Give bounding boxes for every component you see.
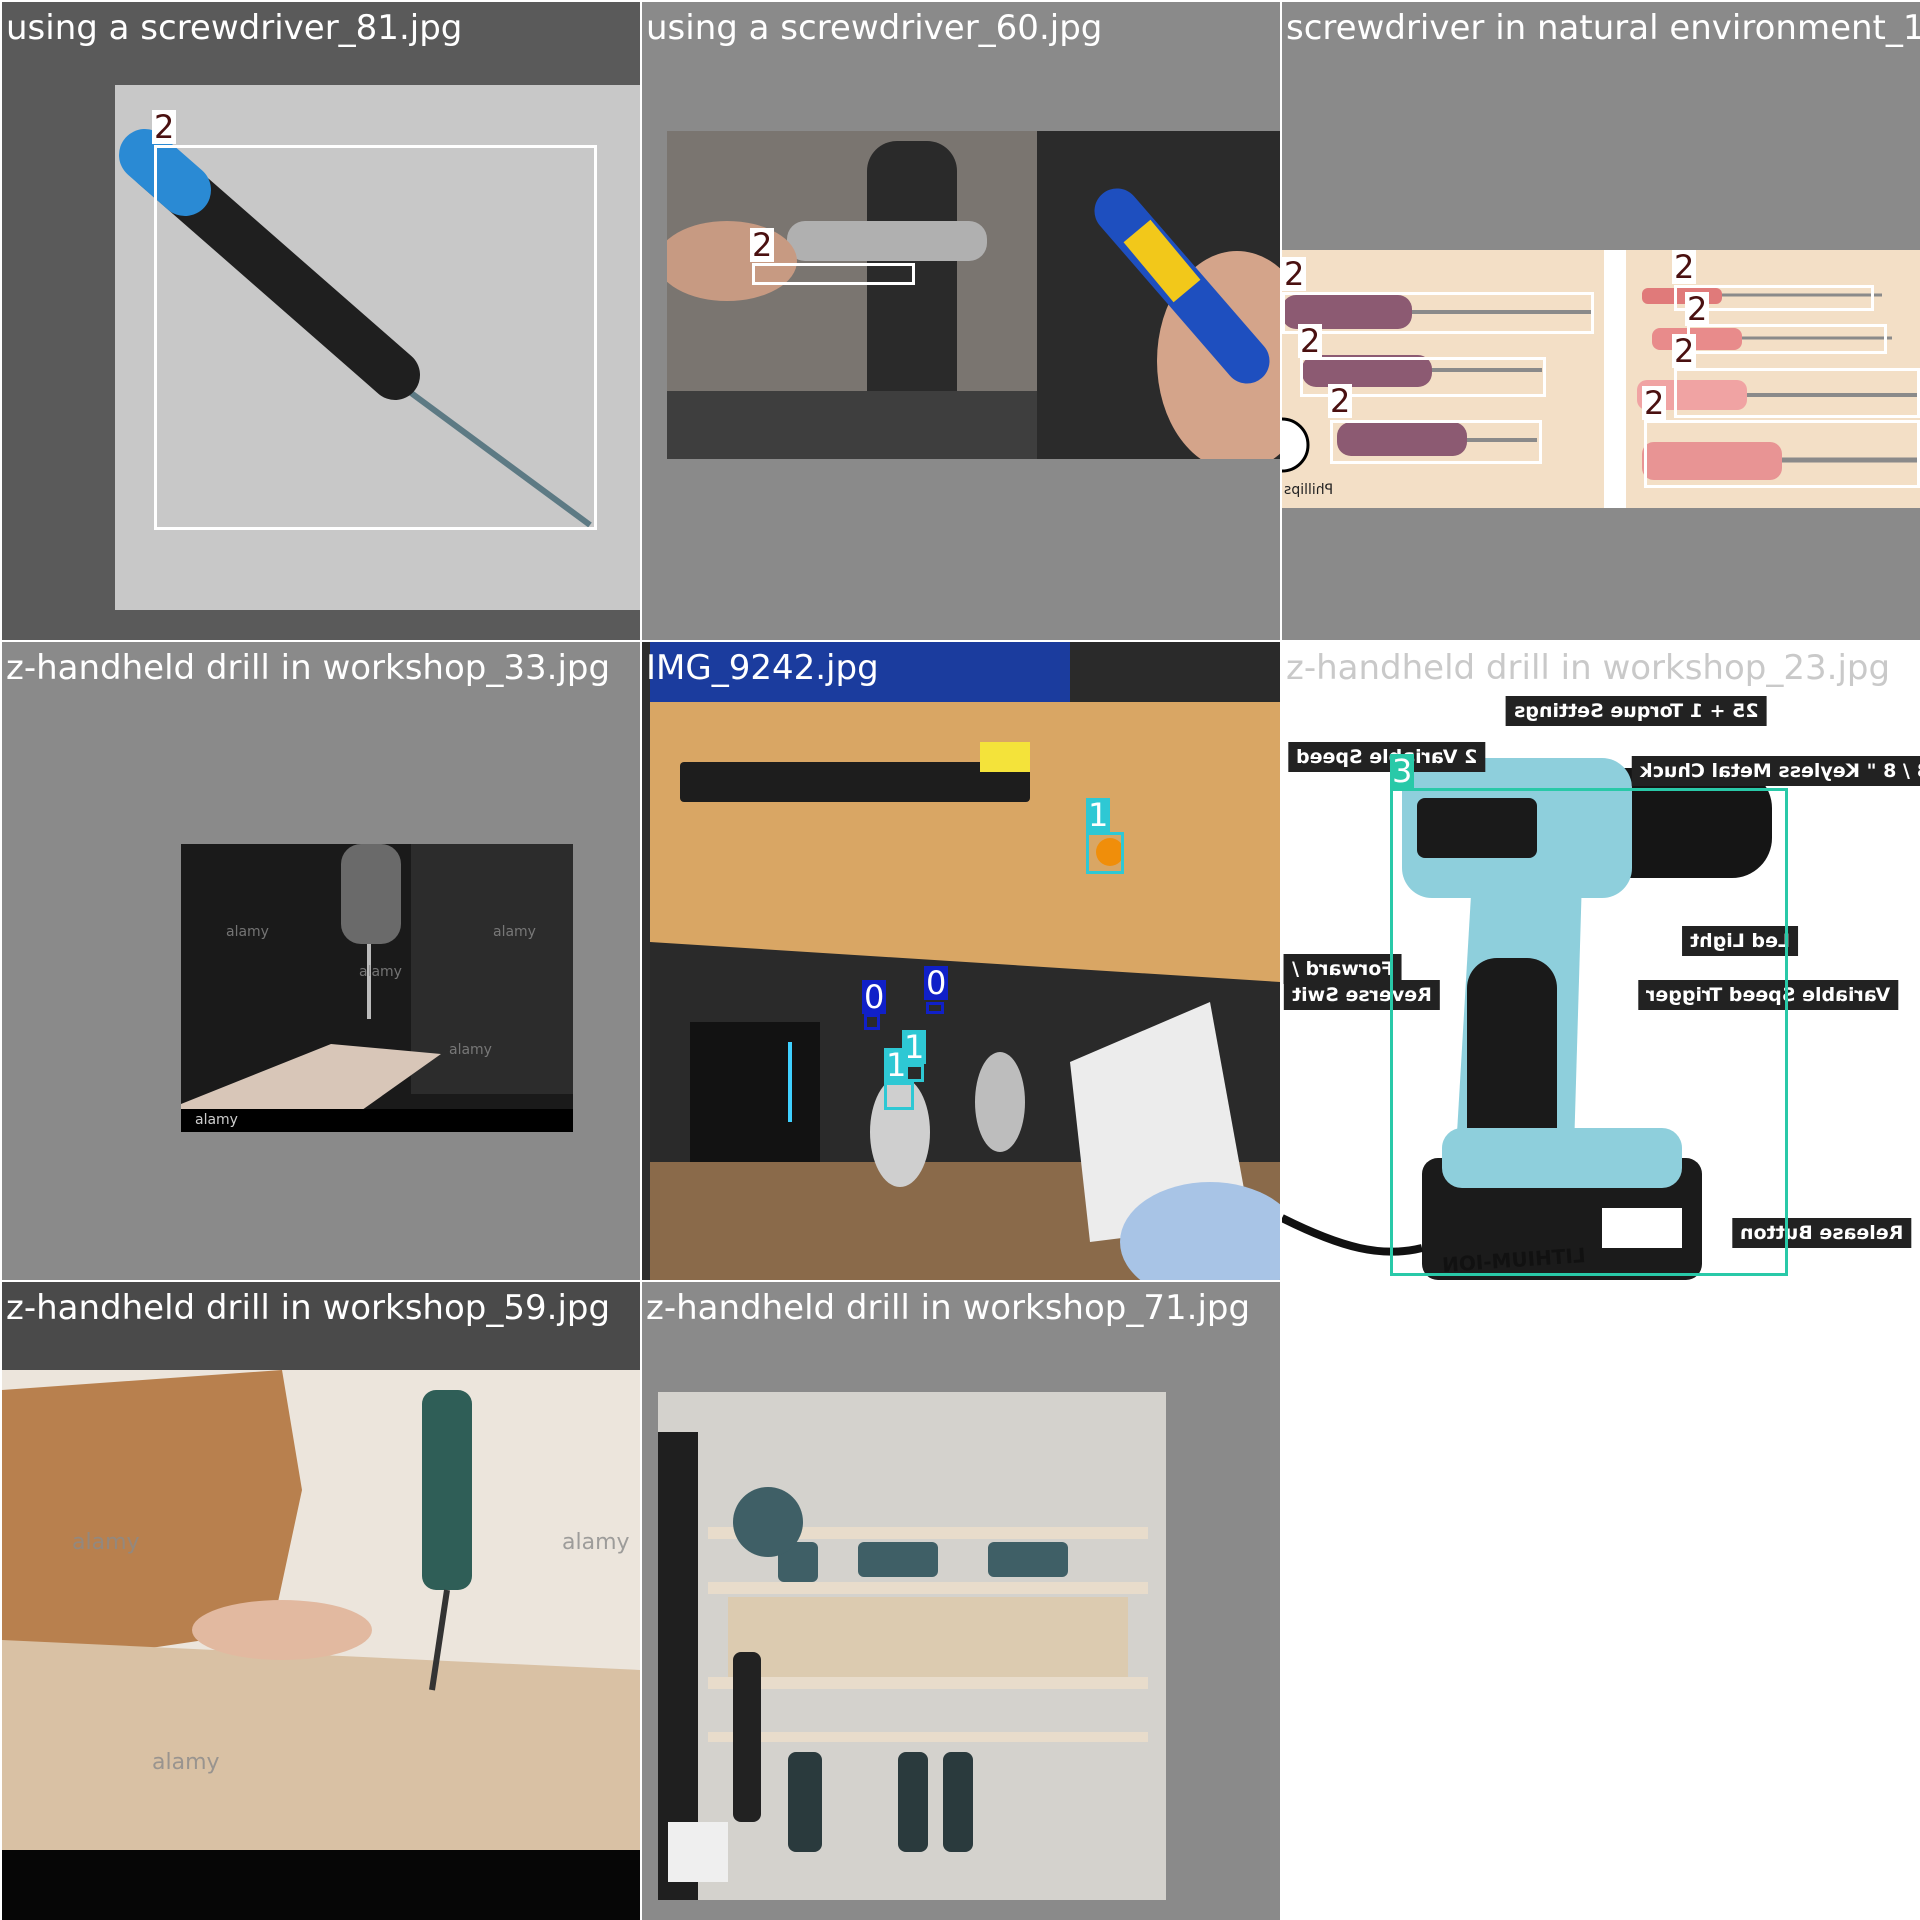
watermark: alamy (493, 924, 536, 940)
bbox-screwdriver (1674, 368, 1920, 418)
tile-filename: z-handheld drill in workshop_71.jpg (646, 1288, 1251, 1328)
bbox-label: 0 (862, 978, 887, 1016)
watermark: alamy (72, 1530, 140, 1555)
mosaic-tile-6: z-handheld drill in workshop_23.jpg LITH… (1282, 642, 1920, 1280)
tile-filename: z-handheld drill in workshop_59.jpg (6, 1288, 611, 1328)
bbox-screwdriver (154, 145, 597, 530)
mosaic-tile-2: using a screwdriver_60.jpg 2 (642, 2, 1280, 640)
tile-filename: using a screwdriver_60.jpg (646, 8, 1103, 48)
bbox-object (926, 1002, 944, 1014)
watermark: alamy (195, 1112, 238, 1128)
bbox-screwdriver (1282, 292, 1594, 334)
watermark: alamy (359, 964, 402, 980)
bbox-label: 1 (1086, 796, 1111, 834)
watermark: alamy (152, 1750, 220, 1775)
tool-shelf-illustration (658, 1392, 1166, 1900)
callout-variable-speed: 2 Variable Speed (1288, 742, 1486, 772)
bbox-object (1086, 832, 1124, 874)
woodworking-drill-photo: alamy alamy alamy (2, 1370, 640, 1920)
tile-filename: z-handheld drill in workshop_33.jpg (6, 648, 611, 688)
watermark: alamy (449, 1042, 492, 1058)
workshop-illustration (181, 844, 573, 1132)
bbox-screwdriver (1644, 420, 1920, 488)
bbox-label: 2 (1672, 332, 1697, 370)
bbox-screwdriver (1687, 324, 1887, 354)
mosaic-tile-7: z-handheld drill in workshop_59.jpg alam… (2, 1282, 640, 1920)
tile-filename: using a screwdriver_81.jpg (6, 8, 463, 48)
bbox-label: 2 (1282, 255, 1307, 293)
bbox-drill (1390, 788, 1788, 1276)
mosaic-tile-5: IMG_9242.jpg 1 0 0 1 1 (642, 642, 1280, 1280)
desk-scene-photo (650, 642, 1280, 1280)
screwdriver-closeup-photo (1037, 131, 1280, 459)
tool-shelf-photo (658, 1392, 1166, 1900)
tile-filename: z-handheld drill in workshop_23.jpg (1286, 648, 1891, 688)
watermark: alamy (562, 1530, 630, 1555)
bbox-screwdriver (752, 263, 915, 285)
callout-torque: 25 + 1 Torque Settings (1506, 696, 1767, 726)
mosaic-tile-3: screwdriver in natural environment_18 Ph… (1282, 2, 1920, 640)
mosaic-tile-1: using a screwdriver_81.jpg 2 (2, 2, 640, 640)
bbox-object (884, 1082, 914, 1110)
bbox-label: 0 (924, 964, 949, 1002)
bbox-label: 2 (1672, 248, 1697, 286)
hands-screwdriver-photo (667, 131, 1037, 459)
phillips-caption: Phillips (1284, 482, 1334, 498)
bbox-label: 1 (884, 1046, 909, 1084)
tile-filename: IMG_9242.jpg (646, 648, 879, 688)
bbox-label: 3 (1390, 752, 1415, 790)
workshop-drill-photo: alamy alamy alamy alamy alamy (181, 844, 573, 1132)
closeup-illustration (1037, 131, 1280, 459)
bbox-label: 2 (750, 226, 775, 264)
bbox-object (864, 1014, 880, 1030)
bbox-label: 2 (152, 108, 177, 146)
bbox-label: 2 (1642, 384, 1667, 422)
woodworking-illustration (2, 1370, 640, 1920)
callout-chuck: 3 / 8 " Keyless Metal Chuck (1632, 756, 1920, 786)
mosaic-tile-8: z-handheld drill in workshop_71.jpg (642, 1282, 1280, 1920)
desk-illustration (650, 642, 1280, 1280)
watermark: alamy (226, 924, 269, 940)
bbox-label: 2 (1328, 382, 1353, 420)
mosaic-tile-4: z-handheld drill in workshop_33.jpg alam… (2, 642, 640, 1280)
photo-illustration (667, 131, 1037, 459)
bbox-screwdriver (1330, 420, 1542, 464)
bbox-label: 2 (1298, 322, 1323, 360)
bbox-label: 2 (1685, 290, 1710, 328)
tile-filename: screwdriver in natural environment_18 (1286, 8, 1920, 48)
